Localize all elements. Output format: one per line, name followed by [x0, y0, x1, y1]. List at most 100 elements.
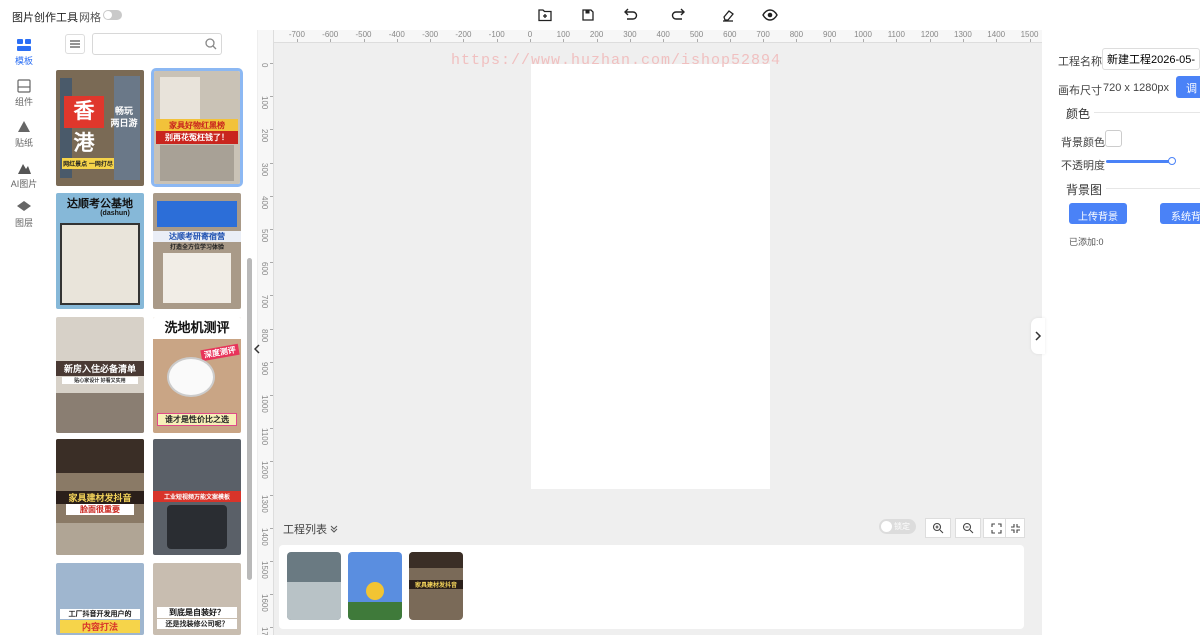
- ruler-tick: [962, 39, 964, 42]
- opacity-label: 不透明度: [1061, 160, 1105, 172]
- ruler-tick: [296, 39, 298, 42]
- shrink-button[interactable]: [1005, 518, 1025, 538]
- project-name-label: 工程名称: [1058, 56, 1102, 68]
- adjust-button[interactable]: 调整: [1176, 76, 1200, 98]
- project-thumb[interactable]: [348, 552, 402, 620]
- ruler-left-label: 500: [260, 229, 269, 243]
- ruler-tick: [270, 129, 273, 131]
- collapse-left-icon[interactable]: [252, 342, 262, 356]
- menu-button[interactable]: [65, 34, 85, 54]
- rail-item-template[interactable]: 模板: [0, 38, 48, 78]
- template-title: 香港: [64, 96, 104, 155]
- artboard[interactable]: [531, 64, 770, 489]
- ruler-top-label: -400: [388, 30, 405, 39]
- ruler-top-label: 900: [823, 30, 837, 39]
- grid-label: 网格: [79, 12, 101, 24]
- template-card[interactable]: 香港 畅玩 两日游 网红景点 一网打尽: [56, 70, 144, 186]
- collapse-right-button[interactable]: [1031, 318, 1045, 354]
- rail-item-sticker[interactable]: 贴纸: [0, 120, 48, 160]
- undo-icon[interactable]: [621, 6, 639, 24]
- ruler-top-label: -600: [322, 30, 339, 39]
- project-list-toggle[interactable]: 工程列表: [283, 521, 338, 537]
- ruler-tick: [270, 494, 273, 496]
- template-sub: 贴心家设计 好看又实用: [62, 377, 138, 384]
- ruler-left-label: 600: [260, 262, 269, 276]
- photo-detail: [60, 223, 140, 305]
- save-icon[interactable]: [579, 6, 597, 24]
- redo-icon[interactable]: [670, 6, 688, 24]
- lock-toggle[interactable]: 锁定: [879, 519, 916, 534]
- photo-detail: [56, 523, 144, 555]
- ruler-top-label: 1400: [987, 30, 1006, 39]
- template-card[interactable]: 新房入住必备清单 贴心家设计 好看又实用: [56, 317, 144, 433]
- upload-bg-button[interactable]: 上传背景: [1069, 203, 1127, 224]
- ruler-top-label: 400: [656, 30, 670, 39]
- project-thumb[interactable]: 家具建材发抖音: [409, 552, 463, 620]
- template-card[interactable]: 工业短视频万能文案模板: [153, 439, 241, 555]
- ruler-tick: [463, 39, 465, 42]
- template-title: 到底是自装好？: [157, 607, 237, 618]
- eraser-icon[interactable]: [719, 6, 737, 24]
- photo-detail: [160, 77, 200, 119]
- template-card[interactable]: 家具建材发抖音 脸面很重要: [56, 439, 144, 555]
- fit-screen-icon: [991, 522, 1002, 534]
- ruler-left-label: 100: [260, 96, 269, 110]
- template-card[interactable]: 洗地机测评 深度测评 谁才是性价比之选: [153, 317, 241, 433]
- ruler-top-label: 1000: [854, 30, 872, 39]
- ruler-top: -700 -600 -500 -400 -300 -200 -100 0 100 200 300 40…: [274, 30, 1042, 43]
- ruler-tick: [270, 627, 273, 629]
- rail-item-component[interactable]: 组件: [0, 79, 48, 119]
- template-scrollbar[interactable]: [247, 258, 252, 580]
- template-title: 洗地机测评: [153, 317, 241, 339]
- ruler-tick: [396, 39, 398, 42]
- template-sub: 谁才是性价比之选: [157, 413, 237, 426]
- zoom-in-button[interactable]: [925, 518, 951, 538]
- zoom-in-icon: [932, 522, 944, 534]
- rail-label: 贴纸: [14, 138, 33, 148]
- ruler-left: 0 100 200 300 400 500 600 700 800 900 1000 1100 1200…: [258, 30, 274, 635]
- rail-item-ai-image[interactable]: AI图片: [0, 161, 48, 201]
- ai-image-icon: [18, 164, 31, 174]
- template-sub: 还是找装修公司呢？: [157, 619, 237, 629]
- photo-detail: [163, 253, 231, 303]
- template-card[interactable]: 工厂抖音开发用户的 内容打法: [56, 563, 144, 635]
- template-card[interactable]: 到底是自装好？ 还是找装修公司呢？: [153, 563, 241, 635]
- ruler-tick: [270, 527, 273, 529]
- template-title: 工业短视频万能文案模板: [153, 491, 241, 502]
- zoom-out-button[interactable]: [955, 518, 981, 538]
- ruler-left-label: 900: [260, 361, 269, 376]
- ruler-left-label: 1500: [260, 561, 269, 579]
- rail-item-layer[interactable]: 图层: [0, 200, 48, 240]
- ruler-tick: [270, 594, 273, 596]
- opacity-slider-track[interactable]: [1106, 160, 1174, 163]
- ruler-tick: [896, 39, 898, 42]
- new-file-icon[interactable]: [536, 6, 554, 24]
- bg-color-swatch[interactable]: [1105, 130, 1122, 147]
- template-card-selected[interactable]: 家具好物红黑榜 别再花冤枉钱了！: [151, 68, 243, 187]
- ruler-tick: [270, 96, 273, 98]
- component-icon: [17, 79, 31, 93]
- ruler-tick: [270, 461, 273, 463]
- ruler-left-label: 1100: [260, 428, 269, 446]
- project-name-input[interactable]: [1102, 48, 1200, 70]
- grid-toggle[interactable]: [103, 10, 122, 20]
- ruler-left-label: 1600: [260, 594, 269, 612]
- project-list-label: 工程列表: [283, 524, 327, 536]
- template-card[interactable]: 达顺考研寄宿营 打造全方位学习体验: [153, 193, 241, 309]
- ruler-top-label: -100: [488, 30, 505, 39]
- template-title: 工厂抖音开发用户的: [60, 609, 140, 619]
- ruler-top-label: 1300: [953, 30, 972, 39]
- ruler-top-label: 200: [589, 30, 604, 39]
- ruler-left-label: 1700: [260, 627, 269, 635]
- project-thumb[interactable]: [287, 552, 341, 620]
- ruler-left-label: 200: [260, 129, 269, 143]
- preview-eye-icon[interactable]: [761, 6, 779, 24]
- search-input[interactable]: [92, 33, 222, 55]
- system-bg-button[interactable]: 系统背景: [1160, 203, 1200, 224]
- photo-detail: [366, 582, 384, 600]
- ruler-left-label: 0: [260, 63, 269, 68]
- template-card[interactable]: 达顺考公基地 (dashun): [56, 193, 144, 309]
- canvas-size-value: 720 x 1280px: [1103, 82, 1170, 94]
- search-icon[interactable]: [204, 37, 218, 51]
- opacity-slider-handle[interactable]: [1168, 157, 1176, 165]
